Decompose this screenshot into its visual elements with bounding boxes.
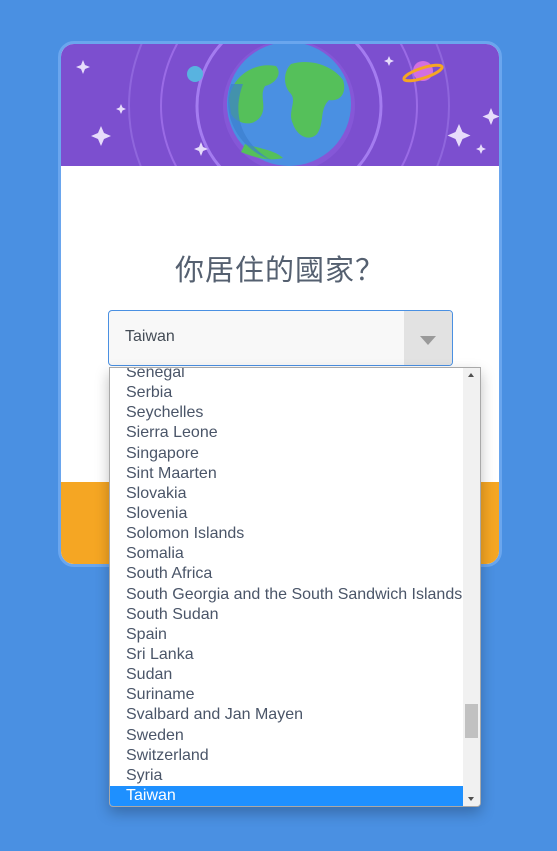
dropdown-option[interactable]: Seychelles <box>110 403 464 423</box>
caret-down-icon <box>420 336 436 345</box>
dropdown-option[interactable]: Spain <box>110 625 464 645</box>
dropdown-option[interactable]: Sint Maarten <box>110 464 464 484</box>
scroll-down-arrow-icon[interactable] <box>463 792 480 806</box>
dropdown-option[interactable]: Sweden <box>110 726 464 746</box>
scroll-up-arrow-icon[interactable] <box>463 368 480 382</box>
moon-icon <box>187 66 203 82</box>
dropdown-option[interactable]: South Georgia and the South Sandwich Isl… <box>110 585 464 605</box>
dropdown-option[interactable]: Sierra Leone <box>110 423 464 443</box>
dropdown-option[interactable]: Serbia <box>110 383 464 403</box>
country-select[interactable]: Taiwan <box>108 310 453 366</box>
space-banner <box>61 44 499 166</box>
country-dropdown-list[interactable]: Senegal Serbia Seychelles Sierra Leone Singa… <box>109 367 481 807</box>
page-title: 你居住的國家？ <box>174 253 385 287</box>
scrollbar-thumb[interactable] <box>465 704 478 738</box>
select-arrow-button[interactable] <box>404 311 452 365</box>
dropdown-option[interactable]: Suriname <box>110 685 464 705</box>
planet-icon <box>402 61 444 83</box>
dropdown-option[interactable]: South Africa <box>110 564 464 584</box>
dropdown-scrollbar[interactable] <box>463 368 480 806</box>
dropdown-option[interactable]: Slovenia <box>110 504 464 524</box>
dropdown-option[interactable]: Sudan <box>110 665 464 685</box>
dropdown-option[interactable]: Somalia <box>110 544 464 564</box>
globe-icon <box>227 44 351 166</box>
dropdown-option[interactable]: Singapore <box>110 444 464 464</box>
dropdown-option[interactable]: Svalbard and Jan Mayen <box>110 705 464 725</box>
country-select-value: Taiwan <box>125 328 175 345</box>
dropdown-option[interactable]: Solomon Islands <box>110 524 464 544</box>
dropdown-option[interactable]: Taiwan <box>110 785 464 806</box>
dropdown-option[interactable]: Switzerland <box>110 746 464 766</box>
earth-illustration <box>76 44 499 166</box>
dropdown-option[interactable]: Senegal <box>110 368 464 383</box>
dropdown-option[interactable]: Sri Lanka <box>110 645 464 665</box>
dropdown-option[interactable]: South Sudan <box>110 605 464 625</box>
dropdown-option[interactable]: Syria <box>110 766 464 786</box>
dropdown-options: Senegal Serbia Seychelles Sierra Leone Singa… <box>110 368 464 806</box>
dropdown-option[interactable]: Slovakia <box>110 484 464 504</box>
